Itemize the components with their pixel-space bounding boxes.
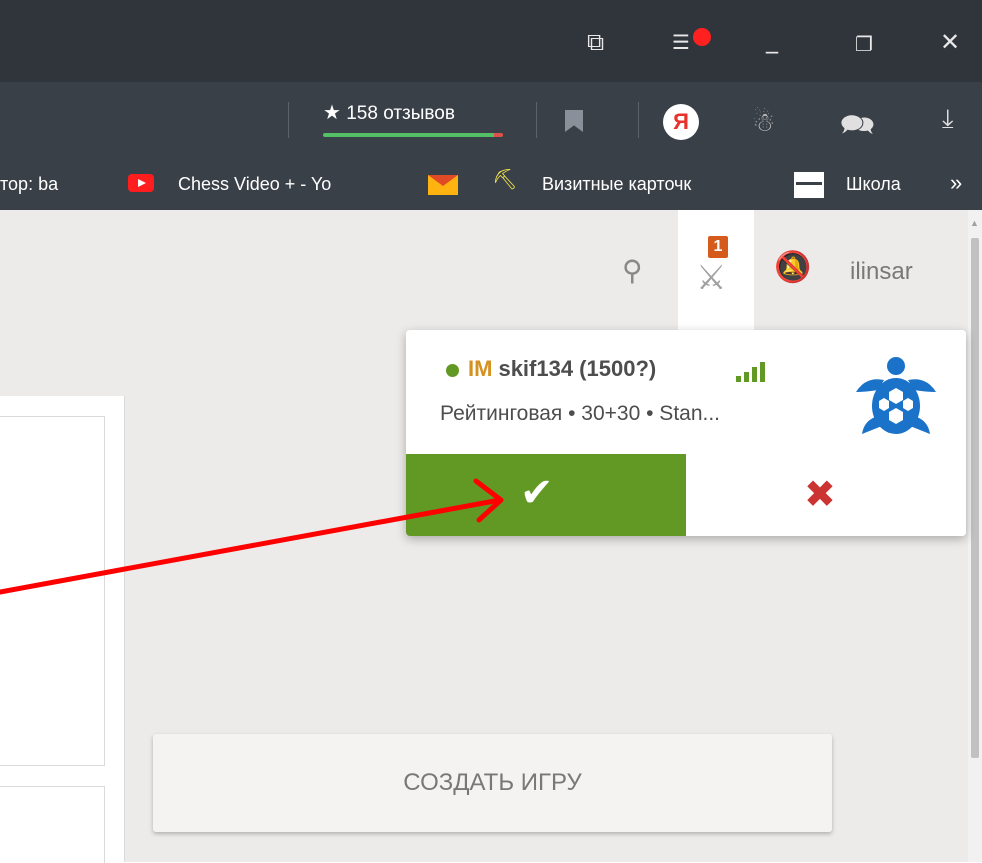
bookmark-school[interactable]: Школа [846, 174, 901, 195]
challenger-link[interactable]: IM skif134 (1500?) [468, 356, 656, 382]
crossed-swords-icon: ⚔ [696, 258, 727, 298]
separator [638, 102, 639, 138]
left-panel-card [0, 416, 105, 766]
extension-icon[interactable]: ☃ [752, 108, 775, 138]
signal-strength-icon [736, 360, 776, 382]
bookmark-author[interactable]: тор: ba [0, 174, 58, 195]
reviews-button[interactable]: ★ 158 отзывов [323, 100, 507, 140]
school-icon [794, 172, 824, 198]
challenges-tab[interactable]: ⚔ [678, 210, 754, 332]
youtube-icon [128, 174, 154, 192]
create-game-button[interactable]: СОЗДАТЬ ИГРУ [153, 734, 832, 832]
left-panel-card [0, 786, 105, 863]
reviews-label: 158 отзывов [346, 103, 455, 124]
close-icon[interactable]: ✕ [940, 30, 960, 54]
page-scrollbar[interactable]: ▲ [968, 210, 982, 862]
star-icon: ★ [323, 100, 341, 124]
turtle-icon [856, 357, 936, 434]
gmail-icon [428, 175, 458, 195]
challenge-popup: IM skif134 (1500?) Рейтинговая • 30+30 • … [406, 330, 966, 536]
bookmark-business-cards[interactable]: Визитные карточк [542, 174, 691, 195]
separator [536, 102, 537, 138]
download-icon[interactable]: ⤓ [942, 104, 954, 135]
scroll-up-icon[interactable]: ▲ [970, 218, 979, 228]
browser-titlebar: ⧉ ☰ _ ❐ ✕ [0, 0, 982, 82]
accept-challenge-button[interactable]: ✔ [406, 454, 686, 536]
challenge-count-badge: 1 [708, 236, 728, 258]
minimize-icon[interactable]: _ [766, 28, 778, 52]
username-menu[interactable]: ilinsar [850, 258, 913, 286]
bookmark-chess-video[interactable]: Chess Video + - Yo [178, 174, 331, 195]
cross-icon: ✖ [804, 472, 836, 516]
message-icon[interactable]: 🗪 [840, 104, 875, 152]
separator [288, 102, 289, 138]
search-icon[interactable]: ⚲ [622, 254, 643, 287]
menu-icon[interactable]: ☰ [672, 30, 690, 54]
scroll-thumb[interactable] [971, 238, 979, 758]
reviews-rating-bar [323, 133, 503, 137]
game-description: Рейтинговая • 30+30 • Stan... [440, 402, 721, 425]
check-icon: ✔ [520, 470, 554, 516]
yandex-icon[interactable]: Я [663, 104, 699, 140]
shovel-icon: ⛏ [492, 167, 518, 191]
restore-icon[interactable]: ❐ [855, 32, 873, 56]
decline-challenge-button[interactable]: ✖ [686, 454, 966, 536]
player-name: skif134 (1500?) [498, 356, 657, 381]
notification-dot [693, 28, 711, 46]
player-title: IM [468, 356, 493, 381]
bookmarks-manager-icon[interactable]: ⧉ [587, 30, 604, 54]
notifications-muted-icon[interactable]: 🔕 [774, 250, 811, 285]
bookmarks-more-button[interactable]: » [950, 170, 962, 196]
online-status-dot [446, 364, 459, 377]
